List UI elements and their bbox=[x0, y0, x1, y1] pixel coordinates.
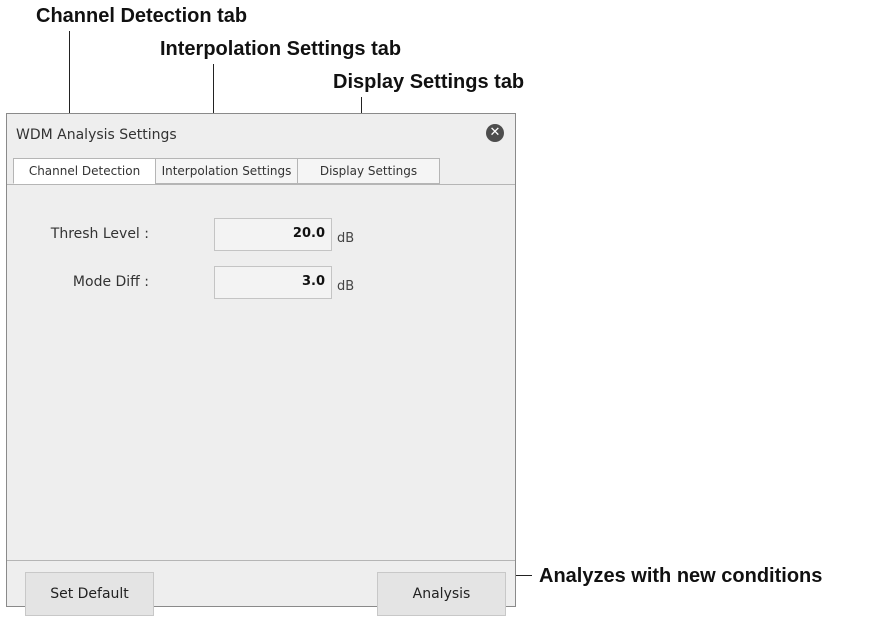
thresh-level-label: Thresh Level : bbox=[50, 226, 149, 242]
mode-diff-field[interactable]: 3.0 bbox=[214, 266, 332, 299]
mode-diff-label: Mode Diff : bbox=[72, 274, 149, 290]
callout-interpolation-settings-tab: Interpolation Settings tab bbox=[160, 38, 402, 60]
dialog-title: WDM Analysis Settings bbox=[16, 127, 177, 143]
wdm-analysis-settings-dialog: WDM Analysis Settings ✕ Channel Detectio… bbox=[6, 113, 516, 616]
tab-divider bbox=[7, 184, 515, 185]
tab-display-settings[interactable]: Display Settings bbox=[297, 158, 440, 184]
mode-diff-unit: dB bbox=[337, 279, 355, 294]
footer-divider bbox=[7, 560, 515, 561]
callout-analysis: Analyzes with new conditions bbox=[539, 565, 823, 587]
thresh-level-unit: dB bbox=[337, 231, 355, 246]
callout-display-settings-tab: Display Settings tab bbox=[333, 71, 525, 93]
thresh-level-field[interactable]: 20.0 bbox=[214, 218, 332, 251]
analysis-button[interactable]: Analysis bbox=[377, 572, 506, 616]
close-icon[interactable]: ✕ bbox=[486, 124, 504, 142]
callout-channel-detection-tab: Channel Detection tab bbox=[36, 5, 248, 27]
tab-interpolation-settings[interactable]: Interpolation Settings bbox=[155, 158, 298, 184]
tab-channel-detection[interactable]: Channel Detection bbox=[13, 158, 156, 184]
set-default-button[interactable]: Set Default bbox=[25, 572, 154, 616]
